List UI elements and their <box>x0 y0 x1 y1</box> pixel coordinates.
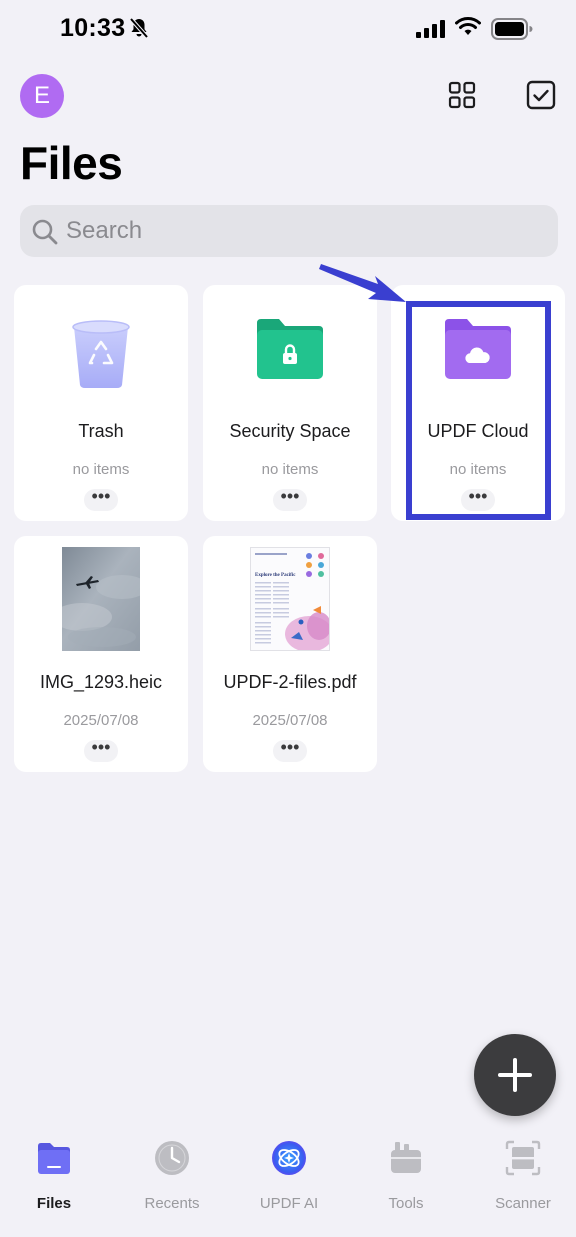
more-button[interactable]: ••• <box>273 487 307 511</box>
scanner-icon <box>505 1140 541 1176</box>
checkbox-select-icon[interactable] <box>526 80 556 110</box>
search-input[interactable] <box>66 215 536 247</box>
trash-card[interactable]: Trash no items ••• <box>14 285 188 521</box>
trash-thumbnail <box>14 285 188 403</box>
tab-tools[interactable]: Tools <box>356 1140 456 1216</box>
tab-bar: Files Recents UPDF AI Tools Scanner <box>0 1130 576 1237</box>
airplane-photo-thumbnail <box>62 547 140 651</box>
more-button[interactable]: ••• <box>273 738 307 762</box>
tab-label: Tools <box>388 1195 424 1212</box>
pdf-file-card[interactable]: Explore the Pacific UPDF-2-files.pdf 202… <box>203 536 377 772</box>
plus-icon <box>498 1058 532 1092</box>
bell-slash-icon <box>129 17 149 39</box>
grid-view-icon[interactable] <box>448 81 476 109</box>
ai-assistant-icon <box>272 1141 306 1175</box>
more-button[interactable]: ••• <box>84 738 118 762</box>
page-title: Files <box>20 137 123 189</box>
pdf-thumbnail: Explore the Pacific <box>203 536 377 654</box>
search-icon <box>32 219 58 245</box>
search-bar[interactable] <box>20 205 558 257</box>
item-name: Trash <box>78 421 124 441</box>
wifi-icon <box>455 17 481 35</box>
tab-recents[interactable]: Recents <box>122 1140 222 1216</box>
item-detail: 2025/07/08 <box>63 712 139 729</box>
status-time: 10:33 <box>60 14 126 42</box>
tab-files[interactable]: Files <box>4 1140 104 1216</box>
tab-scanner[interactable]: Scanner <box>473 1140 573 1216</box>
tab-label: UPDF AI <box>259 1195 319 1212</box>
tab-label: Files <box>36 1195 72 1212</box>
tab-label: Scanner <box>495 1195 551 1212</box>
item-name: Security Space <box>229 421 351 441</box>
clock-icon <box>155 1141 189 1175</box>
more-button[interactable]: ••• <box>84 487 118 511</box>
add-button[interactable] <box>474 1034 556 1116</box>
item-detail: no items <box>72 461 130 478</box>
pdf-page-graphics <box>255 553 329 650</box>
item-detail: no items <box>261 461 319 478</box>
signal-icon <box>416 20 445 38</box>
battery-icon <box>491 18 533 40</box>
trash-bin-icon <box>72 320 130 388</box>
pdf-page-preview: Explore the Pacific <box>250 547 330 651</box>
image-file-card[interactable]: IMG_1293.heic 2025/07/08 ••• <box>14 536 188 772</box>
lock-folder-icon <box>257 319 323 379</box>
avatar[interactable]: E <box>20 74 64 118</box>
annotation-highlight-box <box>406 301 551 520</box>
pdf-thumbnail-heading: Explore the Pacific <box>255 573 296 578</box>
item-name: UPDF-2-files.pdf <box>223 672 357 692</box>
annotation-arrow-icon <box>319 264 406 302</box>
image-thumbnail <box>14 536 188 654</box>
status-bar: 10:33 <box>0 0 576 60</box>
item-detail: 2025/07/08 <box>252 712 328 729</box>
files-folder-icon <box>38 1143 70 1174</box>
tab-updf-ai[interactable]: UPDF AI <box>239 1140 339 1216</box>
toolbox-icon <box>391 1142 421 1173</box>
item-name: IMG_1293.heic <box>39 672 163 692</box>
security-space-card[interactable]: Security Space no items ••• <box>203 285 377 521</box>
tab-label: Recents <box>144 1195 200 1212</box>
